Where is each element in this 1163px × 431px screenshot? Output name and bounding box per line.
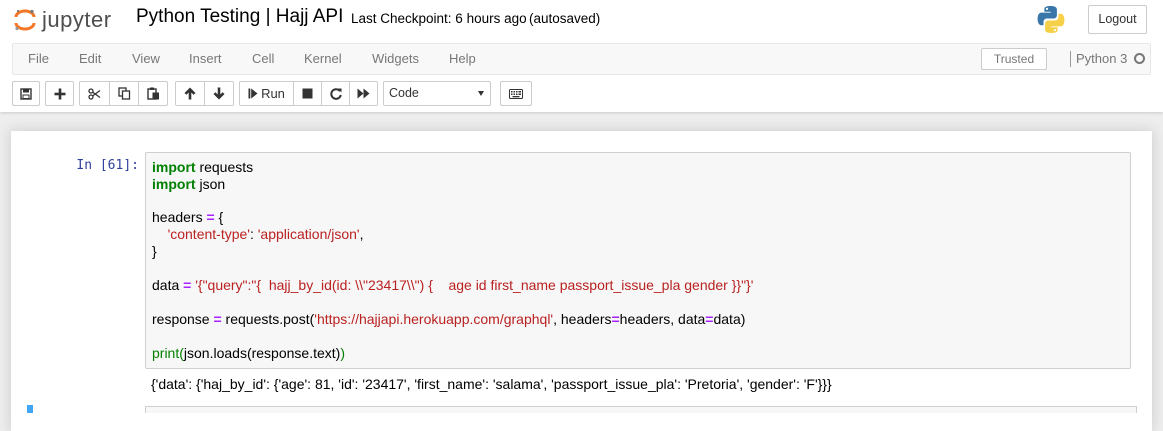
code-text: data)	[713, 311, 746, 327]
code-line: import requests	[152, 159, 253, 176]
jupyter-logo[interactable]: jupyter	[14, 6, 124, 34]
cut-icon	[88, 87, 101, 100]
python-logo-icon	[1037, 6, 1065, 33]
code-text: }	[152, 243, 157, 259]
keyword: import	[152, 176, 196, 192]
code-line: 'content-type': 'application/json',	[152, 226, 364, 243]
notebook-name[interactable]: Python Testing | Hajj API	[136, 6, 343, 28]
code-text: requests.post(	[221, 311, 315, 327]
copy-button[interactable]	[109, 81, 139, 106]
operator: =	[213, 311, 222, 327]
cut-button[interactable]	[79, 81, 110, 106]
string: 'content-type'	[167, 226, 250, 242]
paren: )	[340, 345, 345, 361]
operator: =	[611, 311, 620, 327]
move-down-button[interactable]	[204, 81, 234, 106]
cell-output: {'data': {'haj_by_id': {'age': 81, 'id':…	[151, 376, 832, 392]
toolbar-group-edit	[79, 81, 168, 106]
header: jupyter Python Testing | Hajj API Last C…	[0, 0, 1163, 112]
kernel-divider	[1070, 51, 1071, 67]
menu-insert[interactable]: Insert	[189, 44, 222, 74]
code-text: headers, data	[619, 311, 706, 327]
code-text: , headers	[553, 311, 612, 327]
code-text: ,	[359, 226, 364, 242]
restart-run-all-button[interactable]	[349, 81, 378, 106]
checkpoint-status: Last Checkpoint: 6 hours ago	[351, 11, 527, 26]
run-icon	[248, 88, 258, 99]
logout-button[interactable]: Logout	[1088, 5, 1147, 34]
restart-kernel-button[interactable]	[321, 81, 350, 106]
code-cell-input[interactable]: import requests import json headers = { …	[145, 152, 1131, 369]
autosave-status: (autosaved)	[529, 11, 601, 26]
logo-text: jupyter	[42, 7, 112, 32]
input-prompt: In [61]:	[76, 158, 139, 173]
menu-cell[interactable]: Cell	[252, 44, 274, 74]
next-code-cell-input[interactable]	[145, 406, 1137, 413]
save-button[interactable]	[12, 81, 40, 106]
code-line: import json	[152, 176, 225, 193]
cell-type-value: Code	[389, 86, 419, 100]
insert-cell-button[interactable]	[45, 81, 74, 106]
run-button[interactable]: Run	[239, 81, 294, 106]
menu-widgets[interactable]: Widgets	[372, 44, 419, 74]
code-text: {	[214, 209, 224, 225]
code-text: json	[195, 176, 226, 192]
code-line: }	[152, 243, 157, 260]
code-text: :	[249, 226, 258, 242]
keyboard-icon	[509, 88, 523, 99]
jupyter-logo-icon	[14, 9, 36, 31]
code-line: data = '{"query":"{ hajj_by_id(id: \\"23…	[152, 277, 753, 294]
code-line: headers = {	[152, 209, 223, 226]
selected-cell-indicator	[27, 405, 33, 413]
builtin: print	[152, 345, 180, 361]
toolbar-group-keyboard	[500, 81, 532, 106]
code-line: print(json.loads(response.text))	[152, 345, 345, 362]
operator: =	[206, 209, 215, 225]
code-text: headers	[152, 209, 207, 225]
code-text: json.loads(response.text)	[183, 345, 341, 361]
code-line: response = requests.post('https://hajjap…	[152, 311, 745, 328]
menu-kernel[interactable]: Kernel	[304, 44, 342, 74]
toolbar-group-save	[12, 81, 40, 106]
menu-edit[interactable]: Edit	[79, 44, 101, 74]
arrow-up-icon	[184, 87, 196, 100]
paste-button[interactable]	[138, 81, 168, 106]
code-text: data	[152, 277, 184, 293]
kernel-name[interactable]: Python 3	[1076, 44, 1127, 74]
paste-icon	[146, 87, 159, 100]
copy-icon	[117, 87, 130, 100]
trusted-indicator[interactable]: Trusted	[981, 48, 1047, 70]
string: 'https://hajjapi.herokuapp.com/graphql'	[314, 311, 554, 327]
command-palette-button[interactable]	[500, 81, 532, 106]
keyword: import	[152, 159, 196, 175]
string: 'application/json'	[257, 226, 360, 242]
arrow-down-icon	[213, 87, 225, 100]
plus-icon	[54, 88, 65, 99]
interrupt-button[interactable]	[293, 81, 322, 106]
toolbar-group-move	[175, 81, 234, 106]
save-icon	[20, 87, 32, 100]
code-text: response	[152, 311, 214, 327]
menubar: File Edit View Insert Cell Kernel Widget…	[12, 43, 1151, 75]
fast-forward-icon	[357, 88, 370, 99]
kernel-idle-circle-icon	[1134, 53, 1145, 64]
code-text: requests	[195, 159, 254, 175]
run-label: Run	[261, 86, 285, 101]
move-up-button[interactable]	[175, 81, 205, 106]
string: '{"query":"{ hajj_by_id(id: \\"23417\\")…	[195, 277, 754, 293]
menu-view[interactable]: View	[132, 44, 160, 74]
stop-icon	[302, 88, 313, 99]
cell-type-select[interactable]: Code	[383, 81, 491, 106]
menu-file[interactable]: File	[28, 44, 49, 74]
toolbar-group-insert	[45, 81, 74, 106]
menu-help[interactable]: Help	[449, 44, 476, 74]
restart-icon	[329, 87, 342, 100]
toolbar-group-run: Run	[239, 81, 378, 106]
caret-down-icon	[478, 91, 484, 96]
